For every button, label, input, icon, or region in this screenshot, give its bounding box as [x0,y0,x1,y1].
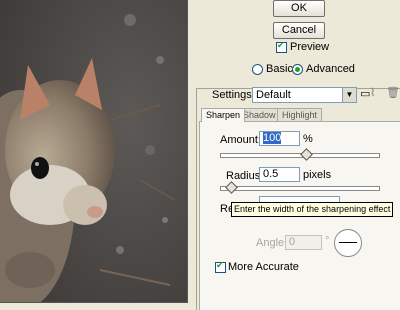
angle-dial-icon[interactable] [334,229,362,257]
more-accurate-checkbox[interactable] [215,260,226,273]
settings-label: Settings: [212,89,255,101]
radius-input[interactable]: 0.5 [259,167,300,182]
tab-sharpen[interactable]: Sharpen [201,108,246,122]
amount-unit: % [303,133,313,145]
radius-unit: pixels [303,169,332,181]
chevron-down-icon: ▼ [342,88,356,102]
radius-label: Radius: [226,170,264,182]
radius-slider[interactable] [220,186,380,191]
advanced-radio[interactable] [292,64,303,75]
more-accurate-label: More Accurate [228,261,299,273]
radius-value: 0.5 [263,168,279,180]
floppy-save-icon[interactable]: ▭ [360,87,370,100]
amount-value: 100 [263,132,282,144]
ok-button[interactable]: OK [273,0,325,17]
save-settings-icon[interactable]: ⌇ [370,86,375,99]
angle-label: Angle: [256,237,288,249]
advanced-label: Advanced [306,63,355,75]
angle-unit: ° [325,235,330,247]
cancel-button[interactable]: Cancel [273,22,325,39]
amount-label: Amount: [220,134,261,146]
settings-select-value: Default [256,89,291,101]
preview-checkbox[interactable] [276,40,287,53]
tab-highlight[interactable]: Highlight [277,108,323,121]
radius-tooltip: Enter the width of the sharpening effect [231,202,394,217]
basic-radio[interactable] [252,64,263,75]
squirrel-photo [0,0,187,302]
amount-input[interactable]: 100 [259,131,300,146]
angle-input[interactable]: 0 [285,235,322,250]
preview-label: Preview [290,41,330,53]
trash-icon[interactable]: 🗑 [386,86,400,99]
preview-image[interactable] [0,0,188,303]
angle-value: 0 [289,236,296,248]
settings-select[interactable]: Default ▼ [252,87,357,103]
basic-label: Basic [266,63,293,75]
